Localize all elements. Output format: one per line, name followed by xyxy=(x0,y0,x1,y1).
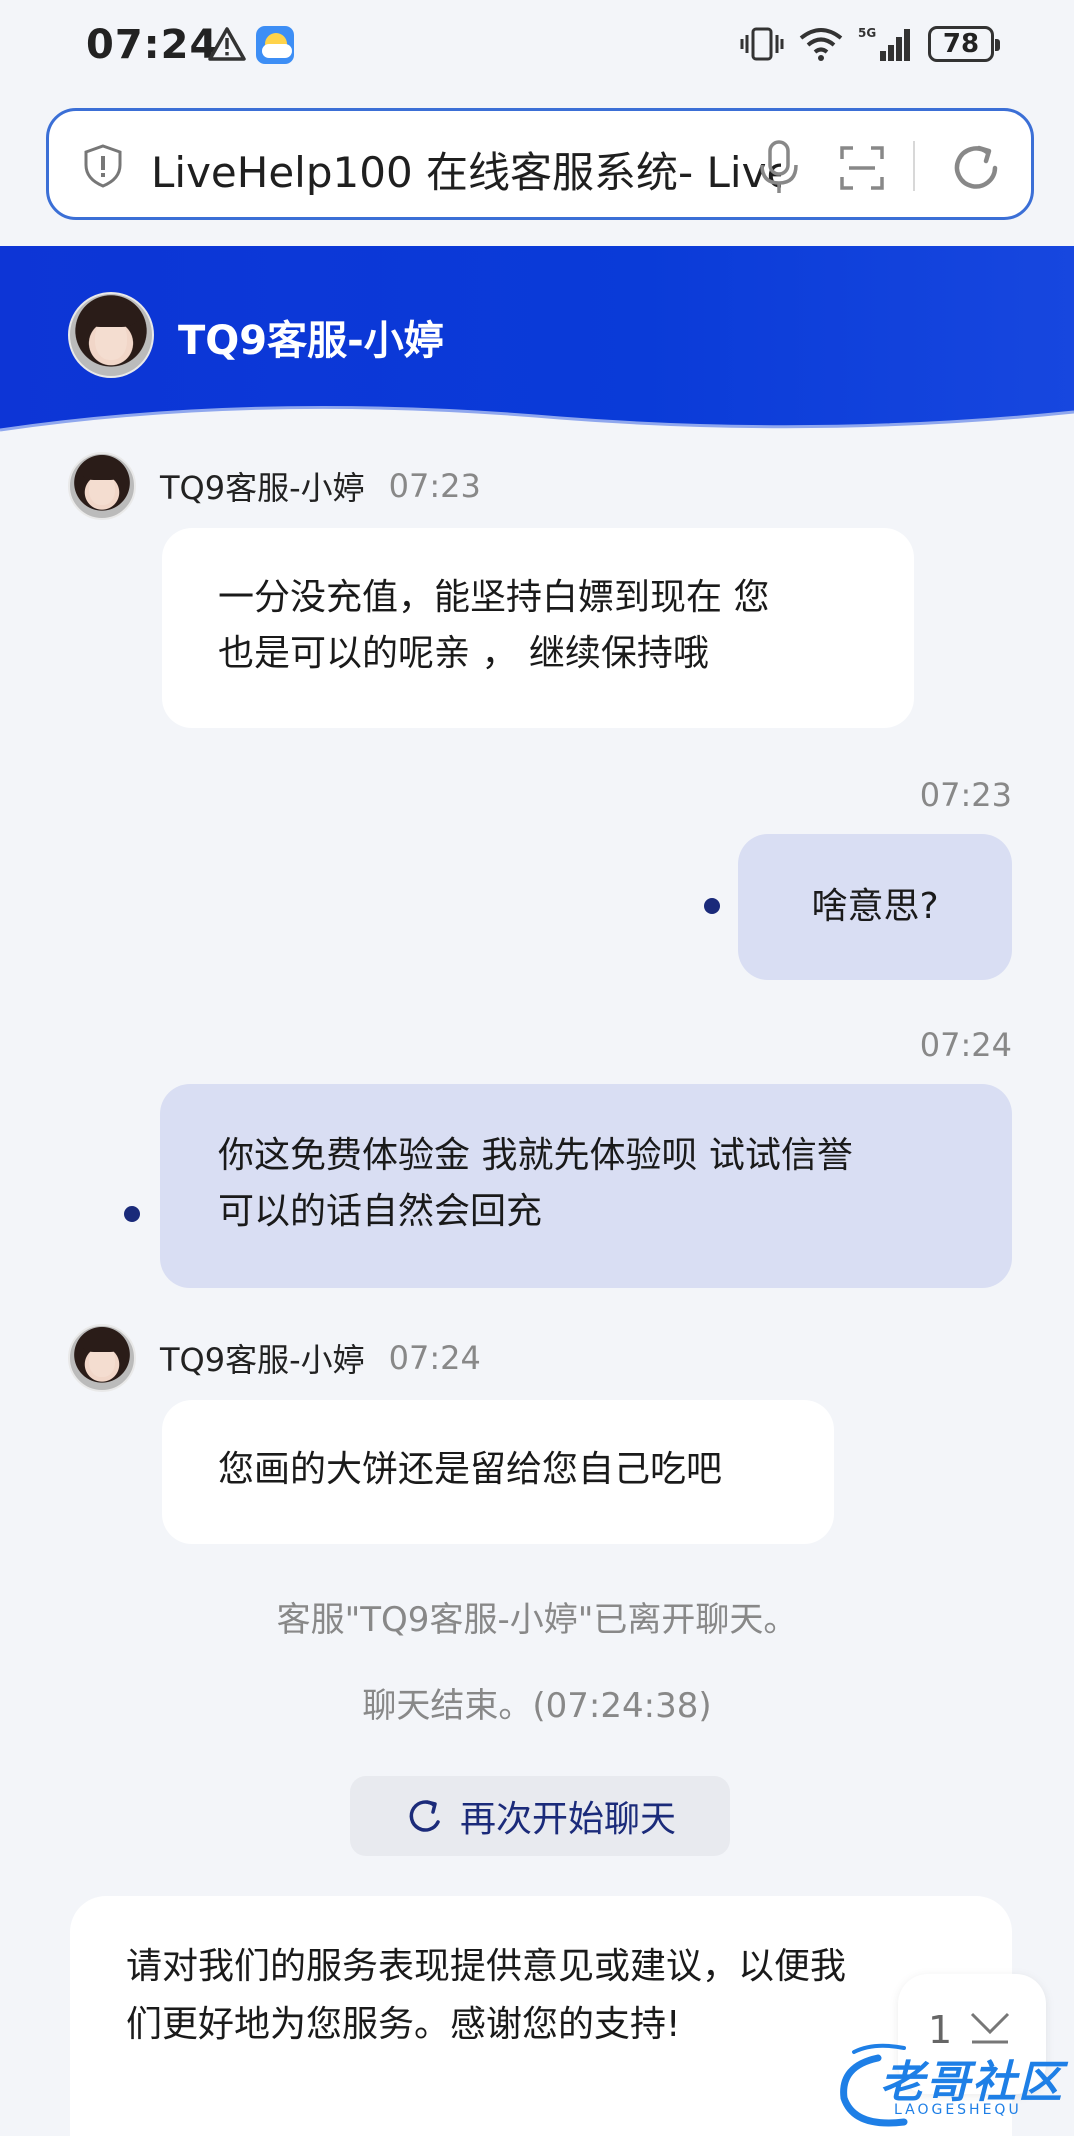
message-line: 可以的话自然会回充 xyxy=(218,1191,543,1232)
status-bar: 07:24 5G 78 xyxy=(0,0,1074,96)
message-header: TQ9客服-小婷 07:23 xyxy=(68,452,481,520)
agent-name: TQ9客服-小婷 xyxy=(178,318,444,364)
message-bubble-outgoing: 你这免费体验金 我就先体验呗 试试信誉 可以的话自然会回充 xyxy=(160,1084,1012,1288)
security-shield-icon[interactable] xyxy=(81,143,125,189)
message-line: 一分没充值，能坚持白嫖到现在 您 xyxy=(218,577,770,618)
message-text: 您画的大饼还是留给您自己吃吧 xyxy=(218,1449,723,1490)
sender-name: TQ9客服-小婷 xyxy=(160,469,365,507)
status-dot xyxy=(704,898,720,914)
warning-icon xyxy=(208,27,246,61)
reload-icon[interactable] xyxy=(949,141,1003,195)
refresh-icon xyxy=(409,1800,440,1832)
status-time: 07:24 xyxy=(86,22,219,68)
restart-chat-button[interactable]: 再次开始聊天 xyxy=(350,1776,730,1856)
weather-icon xyxy=(256,26,294,64)
microphone-icon[interactable] xyxy=(757,139,801,195)
message-header: TQ9客服-小婷 07:24 xyxy=(68,1324,481,1392)
agent-avatar xyxy=(68,452,136,520)
agent-left-notice: 客服"TQ9客服-小婷"已离开聊天。 xyxy=(276,1600,798,1640)
vibrate-icon xyxy=(740,27,784,61)
restart-chat-label: 再次开始聊天 xyxy=(459,1799,676,1840)
agent-avatar xyxy=(68,1324,136,1392)
message-time: 07:23 xyxy=(388,467,481,505)
watermark-subtext: LAOGESHEQU xyxy=(894,2102,1022,2118)
message-line: 也是可以的呢亲 ， 继续保持哦 xyxy=(218,633,709,674)
message-time: 07:23 xyxy=(919,776,1012,814)
feedback-line: 们更好地为您服务。感谢您的支持! xyxy=(126,2004,681,2045)
page-title[interactable]: LiveHelp100 在线客服系统- LiveHelp100 xyxy=(151,139,781,195)
chat-ended-notice: 聊天结束。(07:24:38) xyxy=(362,1686,712,1726)
address-bar[interactable]: LiveHelp100 在线客服系统- LiveHelp100 xyxy=(46,108,1034,220)
svg-text:5G: 5G xyxy=(858,26,876,40)
chat-header: TQ9客服-小婷 xyxy=(0,246,1074,442)
watermark-text: 老哥社区 xyxy=(880,2057,1064,2108)
message-time: 07:24 xyxy=(919,1026,1012,1064)
feedback-text: 请对我们的服务表现提供意见或建议，以便我 们更好地为您服务。感谢您的支持! xyxy=(126,1938,956,2054)
wifi-icon xyxy=(799,28,843,61)
message-time: 07:24 xyxy=(388,1339,481,1377)
signal-icon: 5G xyxy=(858,26,910,61)
message-text: 啥意思? xyxy=(811,886,939,927)
message-line: 你这免费体验金 我就先体验呗 试试信誉 xyxy=(218,1135,853,1176)
battery-indicator: 78 xyxy=(928,26,1000,62)
status-dot xyxy=(124,1206,140,1222)
agent-avatar xyxy=(68,292,154,378)
divider xyxy=(913,141,915,191)
message-bubble-outgoing: 啥意思? xyxy=(738,834,1012,980)
sender-name: TQ9客服-小婷 xyxy=(160,1341,365,1379)
message-bubble-incoming: 您画的大饼还是留给您自己吃吧 xyxy=(162,1400,834,1544)
watermark-logo: 老哥社区 LAOGESHEQU xyxy=(834,2036,1064,2132)
header-wave xyxy=(0,405,1074,442)
message-bubble-incoming: 一分没充值，能坚持白嫖到现在 您 也是可以的呢亲 ， 继续保持哦 xyxy=(162,528,914,728)
scan-icon[interactable] xyxy=(839,145,885,191)
feedback-line: 请对我们的服务表现提供意见或建议，以便我 xyxy=(126,1946,847,1987)
